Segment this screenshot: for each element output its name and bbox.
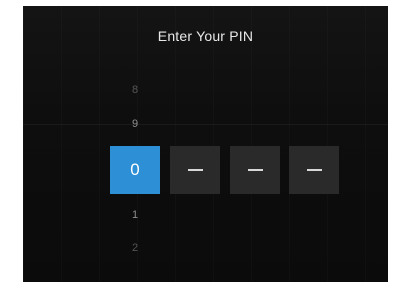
- empty-digit-dash-icon: [247, 169, 263, 171]
- pin-digit-4[interactable]: [289, 146, 339, 194]
- picker-value-above-1[interactable]: 9: [110, 118, 160, 130]
- pin-entry-screen: Enter Your PIN 8 9 1 2 0: [23, 6, 388, 282]
- picker-value-above-2[interactable]: 8: [110, 84, 160, 96]
- picker-value-below-1[interactable]: 1: [110, 209, 160, 221]
- page-title: Enter Your PIN: [157, 28, 254, 44]
- pin-digit-1-value: 0: [130, 160, 140, 179]
- pin-digit-1[interactable]: 0: [110, 146, 160, 194]
- pin-digit-2[interactable]: [170, 146, 220, 194]
- empty-digit-dash-icon: [187, 169, 203, 171]
- pin-digit-3[interactable]: [230, 146, 280, 194]
- picker-value-below-2[interactable]: 2: [110, 242, 160, 254]
- empty-digit-dash-icon: [306, 169, 322, 171]
